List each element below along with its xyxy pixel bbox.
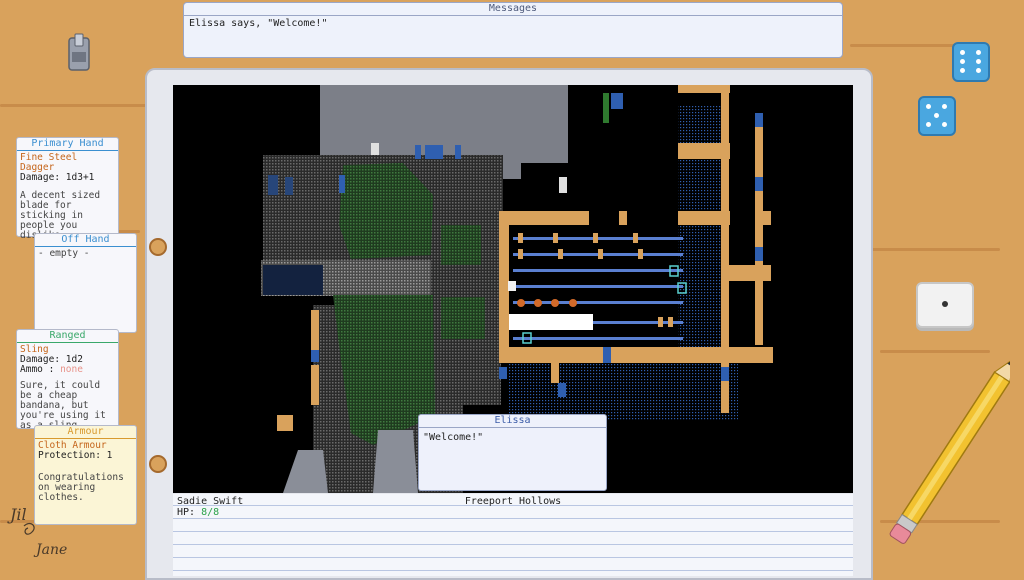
armour-title: Armour xyxy=(35,426,136,439)
location-name: Freeport Hollows xyxy=(464,496,562,507)
hp-value: 8/8 xyxy=(201,507,220,518)
primary-hand-title: Primary Hand xyxy=(17,138,118,151)
primary-hand-card: Primary Hand Fine Steel Dagger Damage: 1… xyxy=(16,137,119,241)
armour-protection-label: Protection: xyxy=(38,450,101,461)
message-line: Elissa says, "Welcome!" xyxy=(189,18,328,29)
ranged-ammo-label: Ammo : xyxy=(20,364,55,375)
off-hand-card: Off Hand - empty - xyxy=(34,233,137,333)
npc-dialog[interactable]: Elissa "Welcome!" xyxy=(418,414,607,491)
wood-grain xyxy=(0,104,150,107)
wood-grain xyxy=(850,44,960,47)
player-character xyxy=(508,281,516,291)
wood-grain xyxy=(870,248,1000,251)
primary-damage-value: 1d3+1 xyxy=(65,172,95,183)
signature-icon: Jil Jane xyxy=(7,505,67,558)
hp-display: HP: 8/8 xyxy=(177,507,219,518)
status-panel: Sadie Swift HP: 8/8 Freeport Hollows xyxy=(173,494,853,576)
ranged-description: Sure, it could be a cheap bandana, but y… xyxy=(20,380,106,431)
message-log-title: Messages xyxy=(184,3,842,16)
white-die-icon[interactable] xyxy=(916,282,974,328)
blue-die-icon[interactable] xyxy=(918,96,956,136)
pencil-icon[interactable] xyxy=(880,360,1010,570)
wood-grain xyxy=(880,350,990,353)
binder-ring xyxy=(149,238,167,256)
blue-die-icon[interactable] xyxy=(952,42,990,82)
ranged-ammo-value: none xyxy=(60,364,83,375)
primary-item-name: Fine Steel Dagger xyxy=(20,152,78,173)
signature-line2: Jane xyxy=(33,542,67,558)
signature-line1: Jil xyxy=(7,505,27,524)
dialog-speaker: Elissa xyxy=(419,415,606,428)
off-hand-title: Off Hand xyxy=(35,234,136,247)
armour-protection-value: 1 xyxy=(106,450,113,461)
message-log: Messages Elissa says, "Welcome!" xyxy=(183,2,843,58)
dialog-text: "Welcome!" xyxy=(423,432,484,443)
pencil-sharpener-icon xyxy=(68,33,90,71)
hp-label: HP: xyxy=(177,507,196,518)
ranged-title: Ranged xyxy=(17,330,118,343)
primary-damage-label: Damage: xyxy=(20,172,61,183)
ranged-card: Ranged Sling Damage: 1d2 Ammo : none Sur… xyxy=(16,329,119,431)
off-hand-item: - empty - xyxy=(38,248,90,259)
binder-ring xyxy=(149,455,167,473)
